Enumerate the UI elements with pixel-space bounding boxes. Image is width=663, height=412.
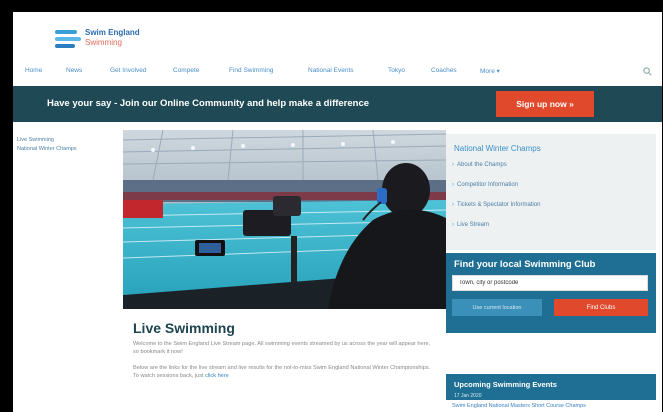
swim-england-logo[interactable]: Swim England Swimming	[55, 26, 175, 58]
nav-item-compete[interactable]: Compete	[173, 67, 199, 74]
logo-line2: Swimming	[85, 38, 122, 47]
use-location-button[interactable]: Use current location	[452, 299, 542, 316]
search-icon[interactable]	[643, 67, 652, 76]
upcoming-events-title: Upcoming Swimming Events	[454, 380, 557, 389]
sign-up-button[interactable]: Sign up now »	[496, 91, 594, 117]
page-title: Live Swimming	[133, 320, 235, 336]
sidebar-item-live-stream[interactable]: Live Stream	[452, 222, 489, 228]
hero-illustration	[123, 130, 446, 309]
nav-item-home[interactable]: Home	[25, 67, 42, 74]
click-here-link[interactable]: click here	[205, 373, 229, 379]
event-link[interactable]: Swim England National Masters Short Cour…	[452, 403, 586, 409]
logo-line1: Swim England	[85, 28, 140, 37]
left-subnav: Live Swimming National Winter Champs	[17, 136, 122, 154]
hero-photo-camera-operator	[123, 130, 446, 309]
logo-text: Swim England Swimming	[85, 28, 140, 48]
nav-item-more[interactable]: More ▾	[480, 67, 500, 75]
nav-item-find-swimming[interactable]: Find Swimming	[229, 67, 273, 74]
left-link-live-swimming[interactable]: Live Swimming	[17, 136, 122, 145]
club-finder-title: Find your local Swimming Club	[454, 259, 596, 270]
club-finder-panel: Find your local Swimming Club Use curren…	[446, 253, 656, 333]
nav-item-news[interactable]: News	[66, 67, 82, 74]
nav-item-tokyo[interactable]: Tokyo	[388, 67, 405, 74]
sidebar-item-tickets[interactable]: Tickets & Spectator Information	[452, 202, 540, 208]
web-page: Swim England Swimming Home News Get Invo…	[13, 12, 662, 412]
nav-item-national-events[interactable]: National Events	[308, 67, 354, 74]
banner-text: Have your say - Join our Online Communit…	[47, 98, 370, 109]
winter-champs-text: Below are the links for the live stream …	[133, 365, 431, 379]
winter-champs-panel: National Winter Champs About the Champs …	[446, 134, 656, 250]
event-list-item[interactable]: Swim England National Masters Short Cour…	[446, 400, 656, 412]
sidebar-item-about[interactable]: About the Champs	[452, 162, 507, 168]
nav-item-coaches[interactable]: Coaches	[431, 67, 457, 74]
sidebar-item-competitor-info[interactable]: Competitor Information	[452, 182, 518, 188]
window-frame: Swim England Swimming Home News Get Invo…	[0, 0, 663, 412]
community-banner: Have your say - Join our Online Communit…	[13, 86, 662, 122]
main-nav: Home News Get Involved Compete Find Swim…	[13, 64, 662, 82]
nav-item-get-involved[interactable]: Get Involved	[110, 67, 147, 74]
winter-champs-title: National Winter Champs	[454, 144, 541, 153]
left-link-winter-champs[interactable]: National Winter Champs	[17, 145, 122, 154]
club-location-input[interactable]	[452, 275, 648, 291]
winter-champs-paragraph: Below are the links for the live stream …	[133, 364, 433, 380]
intro-paragraph: Welcome to the Swim England Live Stream …	[133, 341, 431, 355]
wave-logo-icon	[55, 28, 81, 52]
event-date: 17 Jan 2020	[454, 393, 482, 399]
find-clubs-button[interactable]: Find Clubs	[554, 299, 648, 316]
